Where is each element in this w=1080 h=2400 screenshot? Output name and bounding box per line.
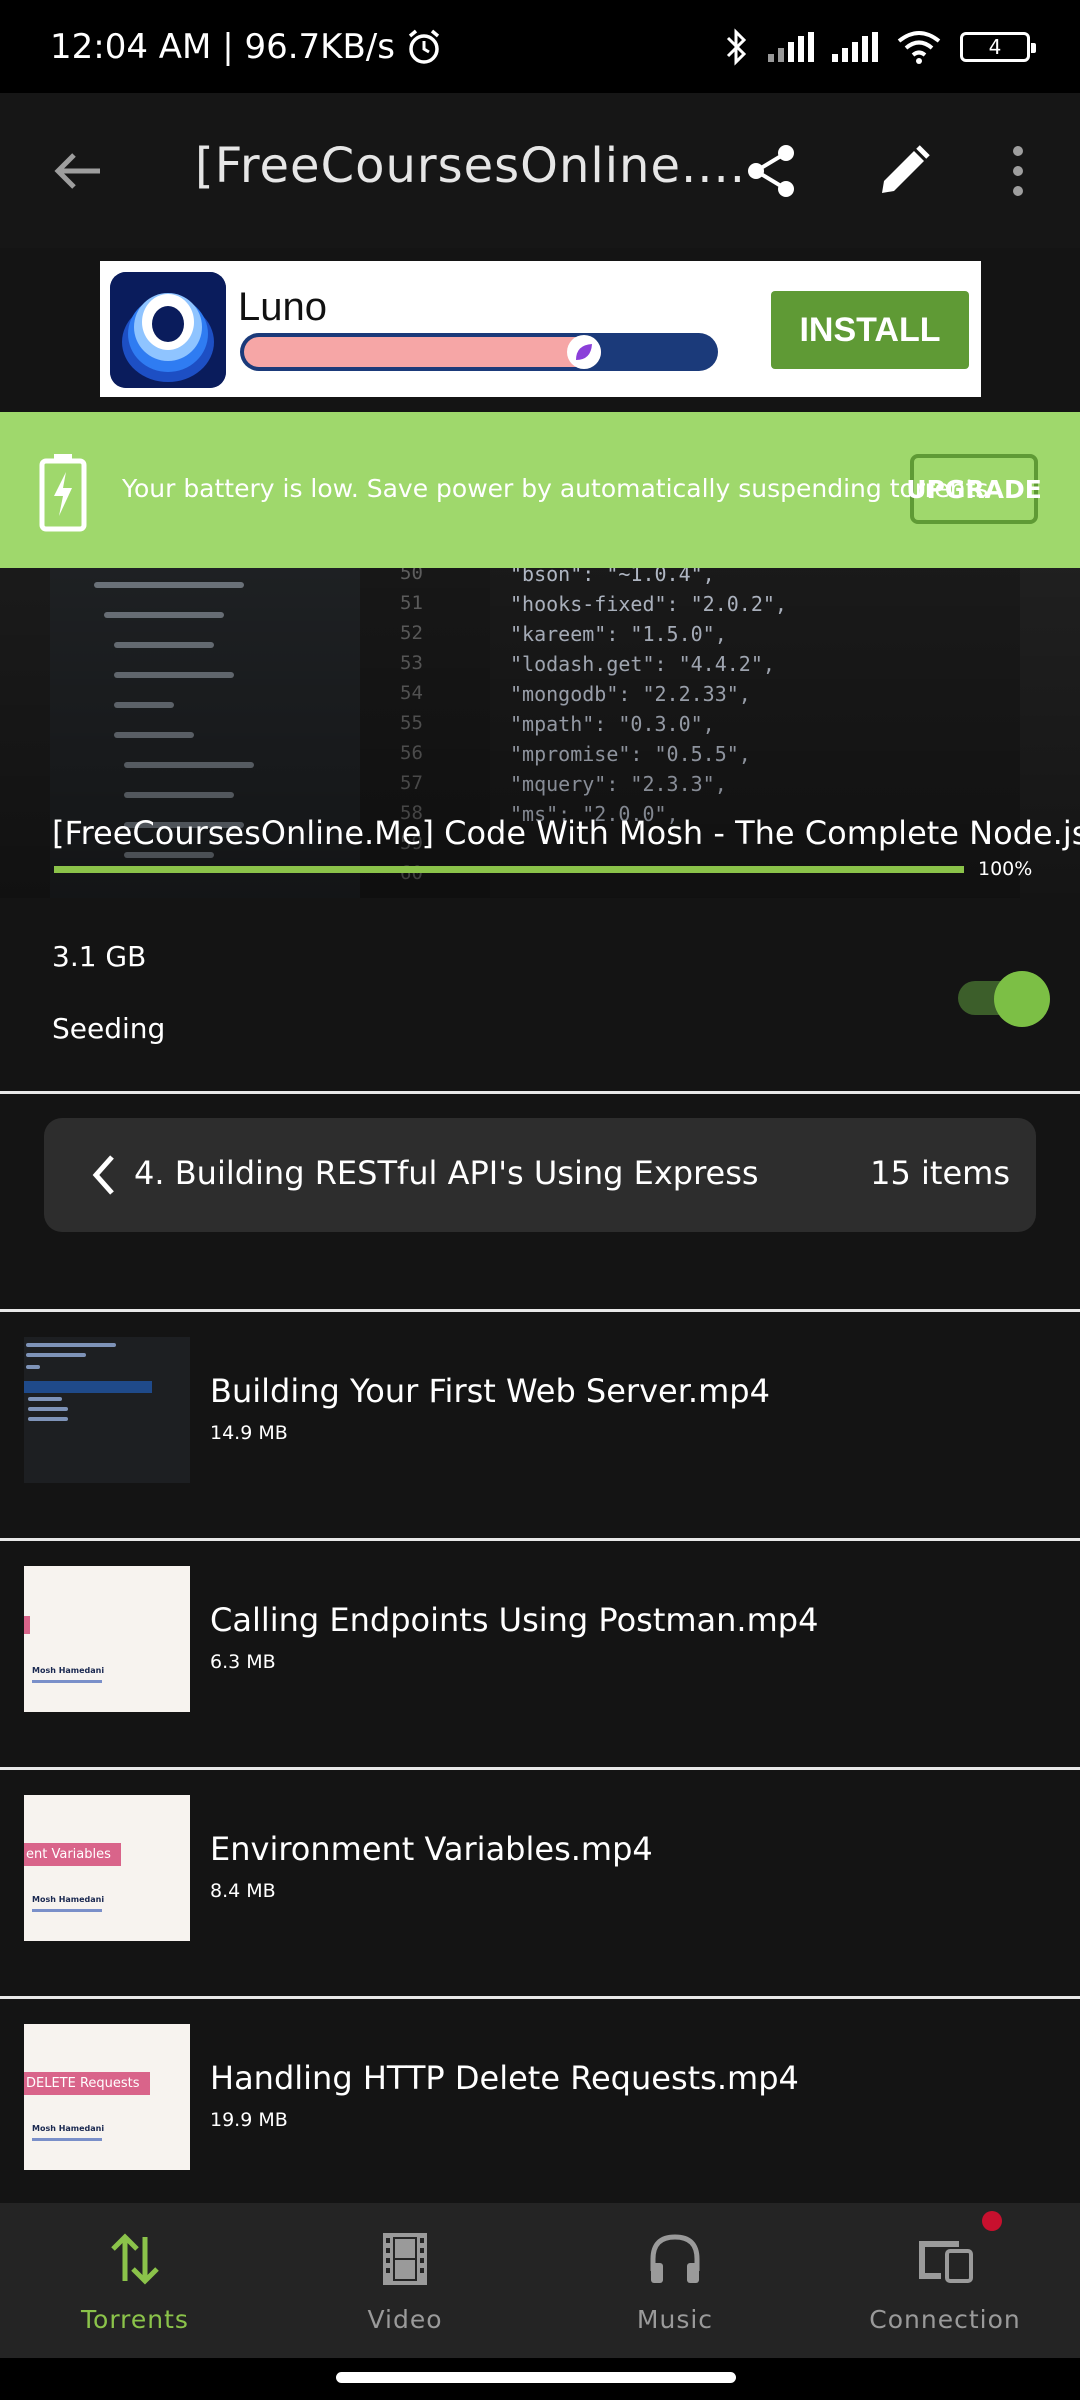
- status-bar: 12:04 AM | 96.7KB/s 4: [0, 0, 1080, 93]
- file-row[interactable]: ent Variables Mosh Hamedani Environment …: [0, 1770, 1080, 1996]
- status-left: 12:04 AM | 96.7KB/s: [50, 27, 443, 67]
- bluetooth-icon: [726, 27, 747, 66]
- torrent-thumbnail: 5051525354555657585960"bson": "~1.0.4","…: [0, 568, 1080, 898]
- slide-author: Mosh Hamedani: [32, 1666, 105, 1675]
- upgrade-button[interactable]: UPGRADE: [906, 454, 1042, 524]
- torrent-title: [FreeCoursesOnline....: [195, 138, 747, 194]
- file-name: Calling Endpoints Using Postman.mp4: [210, 1601, 819, 1639]
- home-gesture-bar[interactable]: [336, 2372, 736, 2383]
- file-size: 8.4 MB: [210, 1880, 276, 1902]
- up-down-arrows-icon: [111, 2233, 159, 2285]
- torrent-progress-label: 100%: [978, 858, 1033, 880]
- install-button[interactable]: INSTALL: [771, 291, 969, 369]
- file-thumbnail: DELETE Requests Mosh Hamedani: [24, 2024, 190, 2170]
- battery-low-icon: [39, 454, 87, 532]
- file-row[interactable]: DELETE Requests Mosh Hamedani Handling H…: [0, 1999, 1080, 2225]
- notification-badge: [982, 2211, 1002, 2231]
- torrent-size: 3.1 GB: [52, 940, 147, 973]
- wifi-icon: [897, 30, 941, 64]
- file-name: Environment Variables.mp4: [210, 1830, 653, 1868]
- status-time-speed: 12:04 AM | 96.7KB/s: [50, 26, 395, 67]
- ad-progress-fill: [244, 337, 601, 367]
- folder-nav-bar[interactable]: 4. Building RESTful API's Using Express …: [44, 1118, 1036, 1232]
- toolbar: [FreeCoursesOnline....: [0, 93, 1080, 248]
- slide-author: Mosh Hamedani: [32, 2124, 105, 2133]
- nav-label: Torrents: [81, 2305, 189, 2334]
- battery-icon: 4: [960, 31, 1036, 62]
- torrent-name: [FreeCoursesOnline.Me] Code With Mosh - …: [52, 814, 1080, 852]
- headphones-icon: [650, 2234, 700, 2283]
- gesture-area: [0, 2358, 1080, 2400]
- ad-progress-knob: [567, 335, 601, 369]
- bottom-nav: Torrents Video Music Connection: [0, 2203, 1080, 2358]
- leaf-icon: [576, 344, 592, 360]
- file-size: 19.9 MB: [210, 2109, 288, 2131]
- file-thumbnail: [24, 1337, 190, 1483]
- nav-label: Music: [636, 2305, 714, 2334]
- ad-app-name: Luno: [238, 285, 327, 329]
- battery-level: 4: [988, 34, 1002, 59]
- toggle-knob: [994, 971, 1050, 1027]
- ad-progress-bar: [240, 333, 718, 371]
- signal-strength-icon: [768, 31, 814, 62]
- back-arrow-icon[interactable]: [50, 143, 106, 199]
- file-size: 6.3 MB: [210, 1651, 276, 1673]
- slide-title-tag: DELETE Requests: [24, 2072, 150, 2095]
- chevron-left-icon[interactable]: [86, 1151, 122, 1199]
- ad-banner[interactable]: Luno INSTALL: [100, 261, 981, 397]
- share-icon[interactable]: [744, 143, 800, 199]
- battery-notice: Your battery is low. Save power by autom…: [0, 412, 1080, 568]
- alarm-icon: [408, 29, 440, 64]
- nav-torrents[interactable]: Torrents: [0, 2203, 270, 2358]
- file-thumbnail: ent Variables Mosh Hamedani: [24, 1795, 190, 1941]
- edit-pencil-icon[interactable]: [876, 143, 932, 199]
- nav-video[interactable]: Video: [270, 2203, 540, 2358]
- nav-label: Connection: [869, 2305, 1021, 2334]
- divider: [0, 1091, 1080, 1094]
- seeding-toggle[interactable]: [958, 971, 1050, 1027]
- nav-label: Video: [367, 2305, 443, 2334]
- torrent-progress-bar: [54, 866, 964, 873]
- nav-music[interactable]: Music: [540, 2203, 810, 2358]
- battery-notice-text: Your battery is low. Save power by autom…: [122, 474, 989, 503]
- status-right: 4: [724, 27, 1036, 66]
- slide-author: Mosh Hamedani: [32, 1895, 105, 1904]
- folder-item-count: 15 items: [870, 1154, 1010, 1192]
- file-size: 14.9 MB: [210, 1422, 288, 1444]
- file-thumbnail: Mosh Hamedani: [24, 1566, 190, 1712]
- folder-name: 4. Building RESTful API's Using Express: [134, 1154, 759, 1192]
- devices-icon: [919, 2241, 973, 2283]
- nav-connection[interactable]: Connection: [810, 2203, 1080, 2358]
- torrent-info: 3.1 GB Seeding: [0, 898, 1080, 1092]
- signal-strength-icon: [832, 31, 878, 62]
- slide-title-tag: ent Variables: [24, 1843, 121, 1866]
- file-row[interactable]: Building Your First Web Server.mp4 14.9 …: [0, 1312, 1080, 1538]
- file-name: Building Your First Web Server.mp4: [210, 1372, 770, 1410]
- file-name: Handling HTTP Delete Requests.mp4: [210, 2059, 799, 2097]
- torrent-state: Seeding: [52, 1012, 166, 1045]
- file-row[interactable]: Mosh Hamedani Calling Endpoints Using Po…: [0, 1541, 1080, 1767]
- film-strip-icon: [383, 2233, 427, 2285]
- luno-logo: [110, 272, 226, 388]
- more-vert-icon[interactable]: [1006, 143, 1030, 199]
